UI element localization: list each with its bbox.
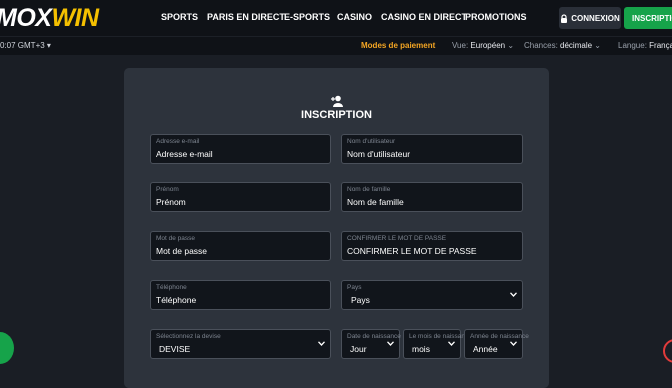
phone-value: Téléphone <box>156 295 197 305</box>
nav-item-live-casino[interactable]: CASINO EN DIRECT <box>381 12 467 23</box>
logo-main: MOX <box>0 4 52 32</box>
email-value: Adresse e-mail <box>156 149 213 159</box>
birth-day-select[interactable]: Date de naissance Jour <box>341 329 401 359</box>
register-label: INSCRIPTION <box>632 13 672 23</box>
username-field[interactable]: Nom d'utilisateur Nom d'utilisateur <box>341 134 523 164</box>
clock[interactable]: 0:07 GMT+3 ▾ <box>0 41 51 50</box>
password-label: Mot de passe <box>156 235 196 242</box>
top-navigation-bar: MOXWIN SPORTS PARIS EN DIRECT E-SPORTS C… <box>0 0 672 36</box>
birth-day-label: Date de naissance <box>347 333 401 340</box>
currency-select[interactable]: Sélectionnez la devise DEVISE <box>150 329 331 359</box>
country-label: Pays <box>347 284 362 291</box>
username-value: Nom d'utilisateur <box>347 149 411 159</box>
chevron-down-icon <box>318 341 325 346</box>
nav-item-promotions[interactable]: PROMOTIONS <box>465 12 527 23</box>
first-name-value: Prénom <box>156 197 186 207</box>
logo[interactable]: MOXWIN <box>0 5 99 31</box>
birth-month-value: mois <box>412 344 430 354</box>
language-value: Français <box>649 41 672 50</box>
birth-day-value: Jour <box>350 344 367 354</box>
view-label: Vue: <box>452 41 469 50</box>
birth-month-label: Le mois de naissance <box>409 333 472 340</box>
last-name-label: Nom de famille <box>347 186 391 193</box>
nav-item-esports[interactable]: E-SPORTS <box>284 12 330 23</box>
lock-icon <box>561 13 568 23</box>
language-label: Langue: <box>618 41 647 50</box>
chevron-down-icon: ⌄ <box>507 41 515 50</box>
nav-item-casino[interactable]: CASINO <box>337 12 372 23</box>
phone-field[interactable]: Téléphone Téléphone <box>150 280 331 310</box>
chevron-down-icon <box>510 341 517 346</box>
birth-year-select[interactable]: Année de naissance Année <box>464 329 529 359</box>
add-user-icon <box>331 95 343 107</box>
birth-year-label: Année de naissance <box>470 333 529 340</box>
username-label: Nom d'utilisateur <box>347 138 396 145</box>
country-select[interactable]: Pays Pays <box>341 280 523 310</box>
country-value: Pays <box>351 295 370 305</box>
nav-item-live-betting[interactable]: PARIS EN DIRECT <box>207 12 285 23</box>
view-selector[interactable]: Vue: Européen ⌄ <box>452 41 514 50</box>
chat-icon[interactable] <box>0 332 14 364</box>
last-name-field[interactable]: Nom de famille Nom de famille <box>341 182 523 212</box>
password-field[interactable]: Mot de passe Mot de passe <box>150 231 331 261</box>
confirm-password-value: CONFIRMER LE MOT DE PASSE <box>347 246 477 256</box>
first-name-field[interactable]: Prénom Prénom <box>150 182 331 212</box>
secondary-bar: 0:07 GMT+3 ▾ Modes de paiement Vue: Euro… <box>0 36 672 55</box>
currency-value: DEVISE <box>159 344 191 354</box>
odds-selector[interactable]: Chances: décimale ⌄ <box>524 41 601 50</box>
chevron-down-icon <box>387 341 394 346</box>
email-field[interactable]: Adresse e-mail Adresse e-mail <box>150 134 331 164</box>
register-button[interactable]: INSCRIPTION <box>624 7 672 29</box>
chevron-down-icon: ⌄ <box>594 41 601 50</box>
confirm-password-field[interactable]: CONFIRMER LE MOT DE PASSE CONFIRMER LE M… <box>341 231 523 261</box>
odds-value: décimale <box>560 41 593 50</box>
birth-month-select[interactable]: Le mois de naissance mois <box>403 329 472 359</box>
login-label: CONNEXION <box>571 13 620 23</box>
password-value: Mot de passe <box>156 246 208 256</box>
currency-label: Sélectionnez la devise <box>156 333 221 340</box>
birth-year-value: Année <box>473 344 498 354</box>
odds-label: Chances: <box>524 41 558 50</box>
support-icon[interactable] <box>663 339 672 363</box>
last-name-value: Nom de famille <box>347 197 404 207</box>
payment-modes-link[interactable]: Modes de paiement <box>361 41 435 50</box>
phone-label: Téléphone <box>156 284 187 291</box>
nav-item-sports[interactable]: SPORTS <box>161 12 198 23</box>
chevron-down-icon <box>448 341 455 346</box>
email-label: Adresse e-mail <box>156 138 200 145</box>
chevron-down-icon <box>510 292 517 297</box>
language-selector[interactable]: Langue: Français <box>618 41 672 50</box>
view-value: Européen <box>470 41 506 50</box>
clock-text: 0:07 GMT+3 <box>0 41 45 50</box>
logo-accent: WIN <box>51 4 99 32</box>
first-name-label: Prénom <box>156 186 179 193</box>
login-button[interactable]: CONNEXION <box>559 7 621 29</box>
confirm-password-label: CONFIRMER LE MOT DE PASSE <box>347 235 447 242</box>
form-title: INSCRIPTION <box>301 109 372 121</box>
